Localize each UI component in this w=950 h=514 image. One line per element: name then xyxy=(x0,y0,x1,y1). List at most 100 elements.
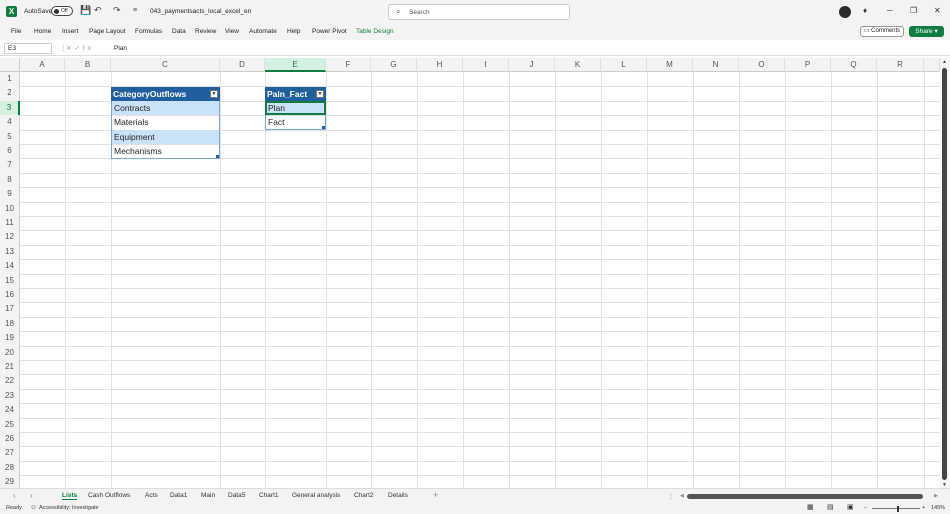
row-header[interactable]: 24 xyxy=(0,403,20,418)
table-cell[interactable]: Mechanisms xyxy=(111,144,220,159)
row-header[interactable]: 7 xyxy=(0,158,20,173)
row-header[interactable]: 13 xyxy=(0,244,20,260)
tab-splitter-icon[interactable]: ⋮ xyxy=(668,493,674,500)
zoom-in-icon[interactable]: + xyxy=(922,505,925,511)
tab-formulas[interactable]: Formulas xyxy=(135,28,162,35)
column-header[interactable]: C xyxy=(111,58,220,72)
column-header[interactable]: B xyxy=(65,58,111,72)
minimize-button[interactable]: ─ xyxy=(887,6,893,15)
row-header[interactable]: 6 xyxy=(0,144,20,159)
row-header[interactable]: 5 xyxy=(0,129,20,144)
select-all-corner[interactable] xyxy=(0,58,20,72)
column-header[interactable]: H xyxy=(417,58,463,72)
tab-insert[interactable]: Insert xyxy=(62,28,78,35)
redo-icon[interactable]: ↷ xyxy=(113,5,121,16)
sheet-tab[interactable]: Chart1 xyxy=(259,492,279,499)
tab-help[interactable]: Help xyxy=(287,28,300,35)
accessibility-icon[interactable]: ⚇ xyxy=(31,505,36,511)
table-resize-handle[interactable] xyxy=(216,155,219,158)
sheet-tab[interactable]: Details xyxy=(388,492,408,499)
row-header[interactable]: 12 xyxy=(0,230,20,245)
row-header[interactable]: 4 xyxy=(0,115,20,130)
row-header[interactable]: 29 xyxy=(0,475,20,488)
accessibility-status[interactable]: Accessibility: Investigate xyxy=(39,505,99,511)
comments-button[interactable]: ▭ Comments xyxy=(860,26,904,37)
sheet-tab[interactable]: Data5 xyxy=(228,492,245,499)
row-header[interactable]: 27 xyxy=(0,446,20,461)
fx-icon[interactable]: ✕✓fx xyxy=(66,44,94,52)
autosave-toggle[interactable]: Off xyxy=(51,6,73,16)
row-header[interactable]: 16 xyxy=(0,288,20,303)
horizontal-scrollbar[interactable] xyxy=(687,494,923,499)
prev-sheet-icon[interactable]: ‹ xyxy=(13,491,16,500)
table-cell[interactable]: Fact xyxy=(265,115,326,130)
tab-review[interactable]: Review xyxy=(195,28,216,35)
restore-button[interactable]: ❐ xyxy=(910,6,917,15)
normal-view-icon[interactable]: ▦ xyxy=(807,503,814,511)
row-header[interactable]: 17 xyxy=(0,302,20,317)
row-header[interactable]: 22 xyxy=(0,374,20,389)
column-header[interactable]: F xyxy=(326,58,371,72)
row-header[interactable]: 18 xyxy=(0,316,20,332)
tab-data[interactable]: Data xyxy=(172,28,186,35)
column-header[interactable]: D xyxy=(220,58,265,72)
table-resize-handle[interactable] xyxy=(322,126,325,129)
zoom-level[interactable]: 145% xyxy=(931,505,945,511)
file-name[interactable]: 043_paymentsacts_local_excel_en xyxy=(150,8,251,15)
scroll-right-icon[interactable]: ▶ xyxy=(934,493,938,499)
sheet-tab[interactable]: General analysis xyxy=(292,492,340,499)
row-header[interactable]: 21 xyxy=(0,360,20,375)
table-header-category-outflows[interactable]: CategoryOutflows ▼ xyxy=(111,87,220,101)
sheet-tab-lists[interactable]: Lists xyxy=(62,492,78,500)
worksheet-grid[interactable]: A B C D E F G H I J K L M N O P Q R 1234… xyxy=(0,58,940,488)
column-header[interactable]: O xyxy=(739,58,785,72)
sheet-tab[interactable]: Cash Outflows xyxy=(88,492,130,499)
column-header[interactable]: I xyxy=(463,58,509,72)
scroll-thumb[interactable] xyxy=(942,68,947,480)
sheet-tab[interactable]: Acts xyxy=(145,492,158,499)
tab-home[interactable]: Home xyxy=(34,28,51,35)
sheet-tab[interactable]: Data1 xyxy=(170,492,187,499)
row-header[interactable]: 20 xyxy=(0,345,20,360)
column-header[interactable]: E xyxy=(265,58,326,72)
filter-dropdown-icon[interactable]: ▼ xyxy=(316,90,324,98)
share-button[interactable]: Share ▾ xyxy=(909,26,944,37)
column-header[interactable]: Q xyxy=(831,58,877,72)
zoom-slider[interactable] xyxy=(872,508,920,509)
zoom-out-icon[interactable]: − xyxy=(864,505,867,511)
tab-power-pivot[interactable]: Power Pivot xyxy=(312,28,347,35)
row-header[interactable]: 25 xyxy=(0,417,20,432)
scroll-left-icon[interactable]: ◀ xyxy=(680,493,684,499)
tab-table-design[interactable]: Table Design xyxy=(356,28,394,35)
page-layout-view-icon[interactable]: ▤ xyxy=(827,503,834,511)
row-header[interactable]: 1 xyxy=(0,72,20,87)
table-cell[interactable]: Equipment xyxy=(111,129,220,145)
column-header[interactable]: G xyxy=(371,58,417,72)
add-sheet-icon[interactable]: + xyxy=(433,490,438,500)
tab-view[interactable]: View xyxy=(225,28,239,35)
column-header[interactable]: K xyxy=(555,58,601,72)
row-header[interactable]: 10 xyxy=(0,201,20,216)
row-header[interactable]: 23 xyxy=(0,388,20,404)
close-button[interactable]: ✕ xyxy=(934,6,941,15)
name-box[interactable]: E3 xyxy=(4,43,52,54)
table-header-paln-fact[interactable]: Paln_Fact ▼ xyxy=(265,87,326,101)
filter-dropdown-icon[interactable]: ▼ xyxy=(210,90,218,98)
row-header[interactable]: 8 xyxy=(0,172,20,188)
row-header[interactable]: 14 xyxy=(0,259,20,274)
page-break-view-icon[interactable]: ▣ xyxy=(847,503,854,511)
tab-file[interactable]: File xyxy=(11,28,21,35)
row-header[interactable]: 15 xyxy=(0,273,20,288)
avatar[interactable] xyxy=(839,6,851,18)
tab-page-layout[interactable]: Page Layout xyxy=(89,28,126,35)
column-header[interactable]: J xyxy=(509,58,555,72)
column-header[interactable]: M xyxy=(647,58,693,72)
sheet-tab[interactable]: Main xyxy=(201,492,215,499)
row-header[interactable]: 28 xyxy=(0,460,20,476)
column-header[interactable]: L xyxy=(601,58,647,72)
column-header[interactable]: R xyxy=(877,58,924,72)
row-header[interactable]: 26 xyxy=(0,432,20,447)
table-cell-active[interactable]: Plan xyxy=(265,101,326,116)
row-header[interactable]: 9 xyxy=(0,187,20,202)
diamond-icon[interactable]: ♦ xyxy=(863,6,867,15)
